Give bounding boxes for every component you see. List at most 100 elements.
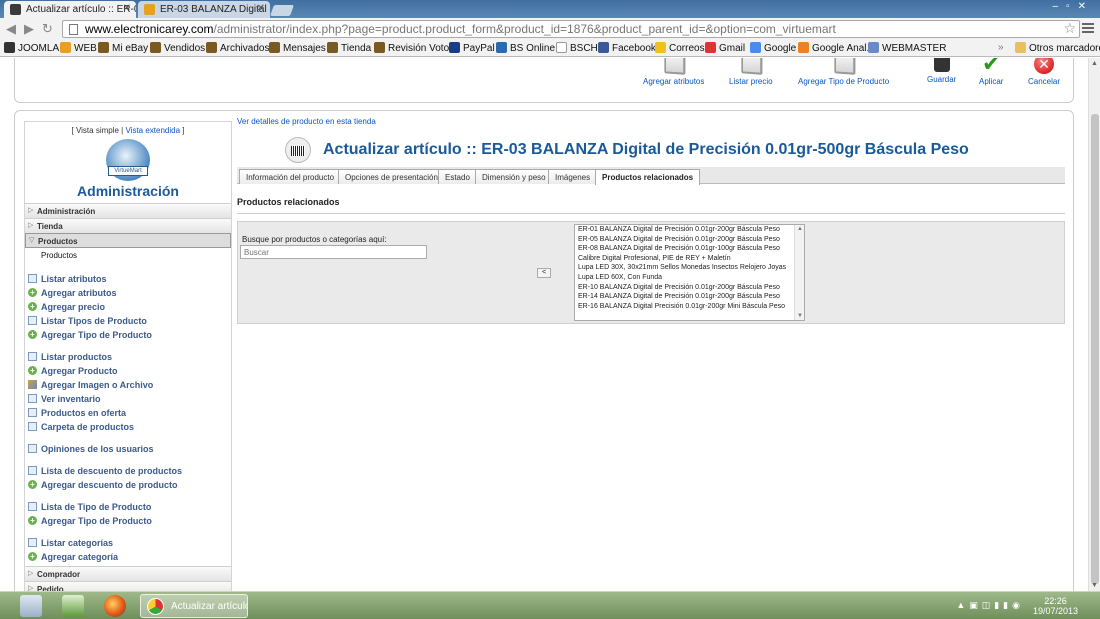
- menu-icon[interactable]: [1082, 21, 1094, 33]
- menu-ver-inventario[interactable]: Ver inventario: [25, 392, 231, 406]
- view-extended-link[interactable]: Vista extendida: [125, 126, 180, 135]
- scroll-up-icon[interactable]: ▲: [797, 226, 803, 232]
- forward-icon[interactable]: ▶: [24, 21, 34, 37]
- menu-listar-productos[interactable]: Listar productos: [25, 350, 231, 364]
- tab-informacion-producto[interactable]: Información del producto: [239, 169, 342, 184]
- reload-icon[interactable]: ↻: [42, 21, 53, 37]
- related-products-list[interactable]: ER-01 BALANZA Digital de Precisión 0.01g…: [574, 224, 805, 321]
- menu-agregar-tipo-producto-2[interactable]: + Agregar Tipo de Producto: [25, 514, 231, 528]
- tab-estado[interactable]: Estado: [438, 169, 477, 184]
- menu-agregar-imagen[interactable]: Agregar Imagen o Archivo: [25, 378, 231, 392]
- add-icon: +: [28, 288, 37, 297]
- list-item[interactable]: ER-08 BALANZA Digital de Precisión 0.01g…: [575, 244, 804, 254]
- bookmark-gmail[interactable]: Gmail: [705, 42, 745, 54]
- scroll-up-icon[interactable]: ▲: [1091, 60, 1098, 67]
- menu-productos-oferta[interactable]: Productos en oferta: [25, 406, 231, 420]
- menu-agregar-descuento[interactable]: + Agregar descuento de producto: [25, 478, 231, 492]
- bookmark-tienda[interactable]: Tienda: [327, 42, 371, 54]
- folder-icon: [1015, 42, 1026, 53]
- save-button[interactable]: Guardar: [927, 58, 956, 84]
- list-item[interactable]: ER-14 BALANZA Digital de Precisión 0.01g…: [575, 292, 804, 302]
- tab-dimension-peso[interactable]: Dimensión y peso: [475, 169, 553, 184]
- menu-lista-descuento[interactable]: Lista de descuento de productos: [25, 464, 231, 478]
- cancel-button[interactable]: ✕ Cancelar: [1028, 58, 1060, 86]
- box-icon: [664, 58, 686, 75]
- add-attributes-button[interactable]: Agregar atributos: [643, 58, 704, 86]
- close-tab-icon[interactable]: ✕: [257, 3, 265, 14]
- bank-icon: [496, 42, 507, 53]
- section-productos[interactable]: Productos: [25, 233, 231, 248]
- section-administracion[interactable]: Administración: [25, 203, 231, 218]
- system-tray[interactable]: ▲▣◫▮▮◉: [956, 600, 1024, 611]
- store-icon: [60, 42, 71, 53]
- menu-listar-atributos[interactable]: Listar atributos: [25, 272, 231, 286]
- add-product-type-button[interactable]: Agregar Tipo de Producto: [798, 58, 889, 86]
- bookmark-web[interactable]: WEB: [60, 42, 97, 54]
- browser-tab[interactable]: ER-03 BALANZA Digital de ✕: [138, 1, 270, 18]
- section-pedido[interactable]: Pedido: [25, 581, 231, 591]
- list-item[interactable]: ER-10 BALANZA Digital de Precisión 0.01g…: [575, 283, 804, 293]
- menu-carpeta-productos[interactable]: Carpeta de productos: [25, 420, 231, 434]
- bookmark-correos[interactable]: Correos: [655, 42, 705, 54]
- list-price-button[interactable]: Listar precio: [729, 58, 773, 86]
- menu-listar-tipos-producto[interactable]: Listar Tipos de Producto: [25, 314, 231, 328]
- tab-opciones-presentacion[interactable]: Opciones de presentación: [338, 169, 445, 184]
- scroll-down-icon[interactable]: ▼: [797, 313, 803, 319]
- menu-lista-tipo-producto[interactable]: Lista de Tipo de Producto: [25, 500, 231, 514]
- firefox-icon[interactable]: [104, 595, 126, 617]
- section-comprador[interactable]: Comprador: [25, 566, 231, 581]
- window-controls[interactable]: –▫✕: [1053, 1, 1095, 12]
- view-product-details-link[interactable]: Ver detalles de producto en esta tienda: [237, 117, 1067, 126]
- remove-related-button[interactable]: <: [537, 268, 551, 278]
- list-item[interactable]: ER-16 BALANZA Digital Precisión 0.01gr-2…: [575, 302, 804, 312]
- taskbar-chrome-window[interactable]: Actualizar artículo...: [140, 594, 248, 618]
- menu-agregar-precio[interactable]: + Agregar precio: [25, 300, 231, 314]
- tab-imagenes[interactable]: Imágenes: [548, 169, 598, 184]
- bookmark-bsch[interactable]: BSCH: [556, 42, 598, 54]
- close-tab-icon[interactable]: ✕: [123, 3, 131, 14]
- tab-productos-relacionados[interactable]: Productos relacionados: [595, 169, 701, 185]
- list-scrollbar[interactable]: ▲ ▼: [794, 225, 804, 320]
- bookmarks-overflow-icon[interactable]: »: [998, 42, 1004, 53]
- bookmark-vendidos[interactable]: Vendidos: [150, 42, 205, 54]
- bookmark-star-icon[interactable]: ☆: [1063, 20, 1076, 37]
- scrollbar-thumb[interactable]: [1091, 114, 1099, 584]
- list-icon: [28, 274, 37, 283]
- section-tienda[interactable]: Tienda: [25, 218, 231, 233]
- bookmark-google[interactable]: Google: [750, 42, 796, 54]
- bookmark-facebook[interactable]: Facebook: [598, 42, 656, 54]
- file-manager-icon[interactable]: [20, 595, 42, 617]
- bookmark-paypal[interactable]: PayPal: [449, 42, 495, 54]
- address-bar[interactable]: www.electronicarey.com/administrator/ind…: [62, 20, 1080, 38]
- bookmark-archivados[interactable]: Archivados: [206, 42, 269, 54]
- main-content: [ Vista simple | Vista extendida ] Virtu…: [14, 110, 1074, 591]
- list-item[interactable]: ER-05 BALANZA Digital de Precisión 0.01g…: [575, 235, 804, 245]
- spreadsheet-app-icon[interactable]: [62, 595, 84, 617]
- bookmark-mensajes[interactable]: Mensajes: [269, 42, 326, 54]
- page-scrollbar[interactable]: ▲ ▼: [1088, 58, 1100, 591]
- apply-button[interactable]: ✔ Aplicar: [979, 58, 1003, 86]
- back-icon[interactable]: ◀: [6, 21, 16, 37]
- menu-agregar-categoria[interactable]: + Agregar categoría: [25, 550, 231, 564]
- browser-tab-active[interactable]: Actualizar artículo :: ER-03 ✕: [4, 1, 136, 18]
- menu-listar-categorias[interactable]: Listar categorías: [25, 536, 231, 550]
- bookmark-mi-ebay[interactable]: Mi eBay: [98, 42, 148, 54]
- bookmark-bs-online[interactable]: BS Online: [496, 42, 555, 54]
- list-item[interactable]: ER-01 BALANZA Digital de Precisión 0.01g…: [575, 225, 804, 235]
- system-clock[interactable]: 22:26 19/07/2013: [1033, 596, 1078, 616]
- bookmark-joomla[interactable]: JOOMLA: [4, 42, 59, 54]
- bookmark-google-anal[interactable]: Google Anal.: [798, 42, 869, 54]
- list-item[interactable]: Calibre Digital Profesional, PIE de REY …: [575, 254, 804, 264]
- list-item[interactable]: Lupa LED 60X, Con Funda: [575, 273, 804, 283]
- bookmark-otros[interactable]: Otros marcadores: [1015, 42, 1100, 54]
- new-tab-button[interactable]: [269, 5, 295, 16]
- scroll-down-icon[interactable]: ▼: [1091, 582, 1098, 589]
- menu-agregar-producto[interactable]: + Agregar Producto: [25, 364, 231, 378]
- menu-opiniones-usuarios[interactable]: Opiniones de los usuarios: [25, 442, 231, 456]
- list-item[interactable]: Lupa LED 30X, 30x21mm Sellos Monedas Ins…: [575, 263, 804, 273]
- menu-agregar-atributos[interactable]: + Agregar atributos: [25, 286, 231, 300]
- bookmark-revision-votos[interactable]: Revisión Votos: [374, 42, 454, 54]
- menu-agregar-tipo-producto[interactable]: + Agregar Tipo de Producto: [25, 328, 231, 342]
- bookmark-webmaster[interactable]: WEBMASTER: [868, 42, 946, 54]
- search-input[interactable]: [240, 245, 427, 259]
